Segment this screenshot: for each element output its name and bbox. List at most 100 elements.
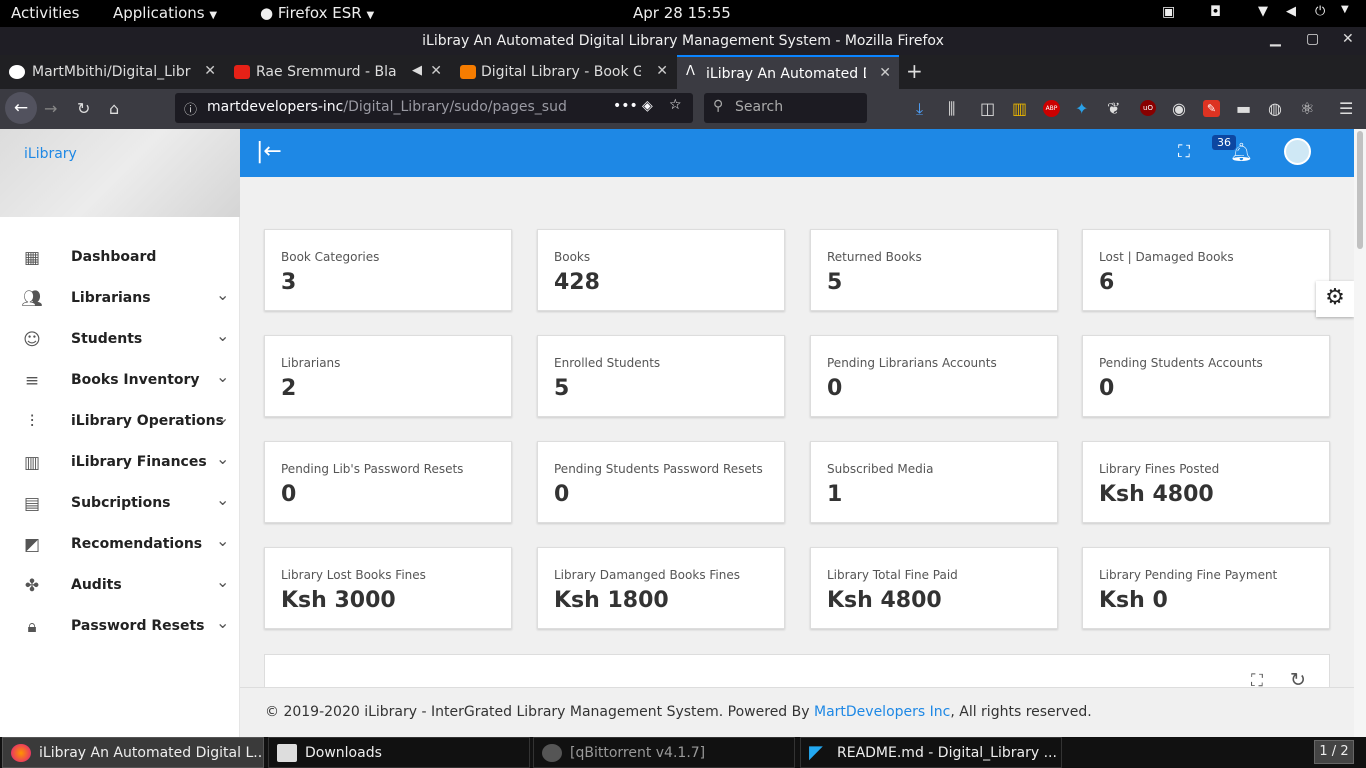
face-icon: ☺ (23, 330, 41, 350)
extension-icon[interactable]: ▬ (1236, 99, 1251, 118)
task-firefox[interactable]: iLibray An Automated Digital L... (2, 737, 264, 768)
extension-icon: ✤ (24, 576, 40, 596)
task-qbittorrent[interactable]: [qBittorrent v4.1.7] (533, 737, 795, 768)
pocket-icon[interactable]: ◈ (642, 98, 653, 114)
firefox-app-label: Firefox ESR (277, 4, 362, 22)
page-scrollbar[interactable] (1354, 129, 1366, 737)
extension-icon[interactable]: ▥ (1012, 99, 1027, 118)
sidebar-item-librarians[interactable]: 👥︎ Librarians ⌄ (0, 279, 240, 319)
downloads-icon[interactable]: ⤓ (916, 99, 923, 119)
stat-value: 5 (827, 270, 843, 295)
tab-github[interactable]: MartMbithi/Digital_Libr ✕ (0, 55, 224, 89)
stat-value: Ksh 4800 (1099, 482, 1214, 507)
adblock-icon[interactable]: ABP (1043, 100, 1060, 117)
scrollbar-thumb[interactable] (1357, 131, 1363, 249)
bookmark-star-icon[interactable]: ☆ (669, 97, 682, 113)
speaker-icon[interactable]: ◀ (412, 63, 422, 78)
applications-menu[interactable]: Applications ▼ (113, 4, 217, 22)
page-actions-icon[interactable]: ••• (613, 98, 638, 114)
sidebar-item-ilibrary-operations[interactable]: ⫶ iLibrary Operations ⌄ (0, 402, 240, 442)
home-icon[interactable]: ⌂ (109, 99, 119, 118)
ublock-icon[interactable]: uO (1140, 100, 1156, 116)
url-bar[interactable]: ⓘ martdevelopers-inc/Digital_Library/sud… (175, 93, 693, 123)
hamburger-menu-icon[interactable]: ☰ (1339, 99, 1353, 118)
sidebar-item-label: Books Inventory (71, 372, 200, 388)
stat-label: Library Damanged Books Fines (554, 568, 740, 582)
view-quilt-icon: ▤ (23, 494, 41, 514)
chevron-down-icon[interactable]: ▼ (1341, 4, 1349, 15)
stat-card: Pending Students Accounts 0 (1082, 335, 1330, 417)
stat-card: Library Fines Posted Ksh 4800 (1082, 441, 1330, 523)
stat-card: Librarians 2 (264, 335, 512, 417)
collapse-sidebar-icon[interactable]: |← (256, 139, 282, 164)
sidebar-icon[interactable]: ◫ (980, 99, 995, 118)
sidebar-item-books-inventory[interactable]: ≡ Books Inventory ⌄ (0, 361, 240, 401)
clock[interactable]: Apr 28 15:55 (633, 4, 731, 22)
activities-button[interactable]: Activities (11, 4, 79, 22)
screenshot-indicator-icon[interactable]: ◘ (1210, 4, 1221, 20)
stat-label: Library Total Fine Paid (827, 568, 958, 582)
sidebar-item-students[interactable]: ☺ Students ⌄ (0, 320, 240, 360)
sidebar-item-ilibrary-finances[interactable]: ▥ iLibrary Finances ⌄ (0, 443, 240, 483)
react-devtools-icon[interactable]: ⚛ (1300, 99, 1314, 118)
power-icon[interactable]: ⏻ (1315, 4, 1325, 19)
url-text[interactable]: martdevelopers-inc/Digital_Library/sudo/… (207, 99, 587, 115)
window-title: iLibray An Automated Digital Library Man… (422, 33, 944, 49)
fullscreen-icon[interactable]: ⛶ (1178, 142, 1190, 162)
stat-value: 6 (1099, 270, 1115, 295)
chevron-down-icon: ▼ (209, 10, 218, 21)
firefox-app-menu[interactable]: ● Firefox ESR ▼ (260, 4, 374, 22)
close-tab-icon[interactable]: ✕ (204, 63, 216, 79)
ilibray-favicon-icon: Λ (686, 64, 695, 79)
stat-label: Pending Students Accounts (1099, 356, 1263, 370)
info-icon[interactable]: ⓘ (184, 99, 197, 118)
tab-ilibray[interactable]: Λ iLibray An Automated D ✕ (677, 55, 899, 89)
sidebar-item-dashboard[interactable]: ▦ Dashboard (0, 238, 240, 278)
back-icon[interactable]: ← (5, 92, 37, 124)
stat-value: Ksh 3000 (281, 588, 396, 613)
task-vscode[interactable]: ◤ README.md - Digital_Library ... (800, 737, 1062, 768)
tab-label: iLibray An Automated D (706, 66, 866, 82)
forward-icon[interactable]: → (44, 99, 57, 118)
library-icon[interactable]: ⫼ (948, 99, 955, 119)
volume-icon[interactable]: ◀ (1286, 4, 1296, 19)
stat-label: Librarians (281, 356, 341, 370)
account-icon[interactable]: ◉ (1172, 99, 1186, 118)
footer-suffix: , All rights reserved. (950, 704, 1092, 720)
sidebar-item-password-resets[interactable]: 🔒︎ Password Resets ⌄ (0, 607, 240, 647)
tab-label: MartMbithi/Digital_Libr (32, 64, 191, 80)
stat-card: Library Pending Fine Payment Ksh 0 (1082, 547, 1330, 629)
footer-link[interactable]: MartDevelopers Inc (814, 704, 950, 720)
tab-digital-library[interactable]: Digital Library - Book Gu ✕ (451, 55, 676, 89)
extension-icon[interactable]: ❦ (1107, 99, 1120, 118)
maximize-icon[interactable]: ▢ (1306, 31, 1319, 47)
workspace-indicator[interactable]: 1 / 2 (1314, 740, 1354, 764)
close-tab-icon[interactable]: ✕ (430, 63, 442, 79)
extension-icon[interactable]: ✦ (1075, 99, 1088, 118)
reload-icon[interactable]: ↻ (77, 99, 90, 118)
stat-value: Ksh 0 (1099, 588, 1168, 613)
close-tab-icon[interactable]: ✕ (656, 63, 668, 79)
new-tab-icon[interactable]: + (906, 59, 923, 83)
dashboard-icon: ▦ (23, 248, 41, 268)
tab-label: Rae Sremmurd - Bla (256, 64, 396, 80)
close-tab-icon[interactable]: ✕ (879, 65, 891, 81)
sidebar-item-audits[interactable]: ✤ Audits ⌄ (0, 566, 240, 606)
settings-gear-icon[interactable]: ⚙ (1316, 281, 1354, 317)
search-input[interactable]: ⚲ Search (704, 93, 867, 123)
minimize-icon[interactable]: ▁ (1270, 31, 1281, 47)
avatar[interactable] (1284, 138, 1311, 165)
camera-indicator-icon[interactable]: ▣ (1162, 4, 1175, 20)
chevron-down-icon: ⌄ (216, 449, 230, 468)
wifi-icon[interactable]: ▼ (1258, 4, 1268, 19)
close-icon[interactable]: ✕ (1342, 31, 1354, 47)
stat-value: 5 (554, 376, 570, 401)
people-icon: 👥︎ (21, 289, 43, 309)
tab-youtube[interactable]: Rae Sremmurd - Bla ◀ ✕ (225, 55, 450, 89)
sidebar-item-recomendations[interactable]: ◩ Recomendations ⌄ (0, 525, 240, 565)
globe-icon[interactable]: ◍ (1268, 99, 1282, 118)
sidebar-item-subcriptions[interactable]: ▤ Subcriptions ⌄ (0, 484, 240, 524)
task-downloads[interactable]: Downloads (268, 737, 530, 768)
brand-logo[interactable]: iLibrary (24, 146, 77, 162)
extension-icon[interactable]: ✎ (1203, 100, 1220, 117)
